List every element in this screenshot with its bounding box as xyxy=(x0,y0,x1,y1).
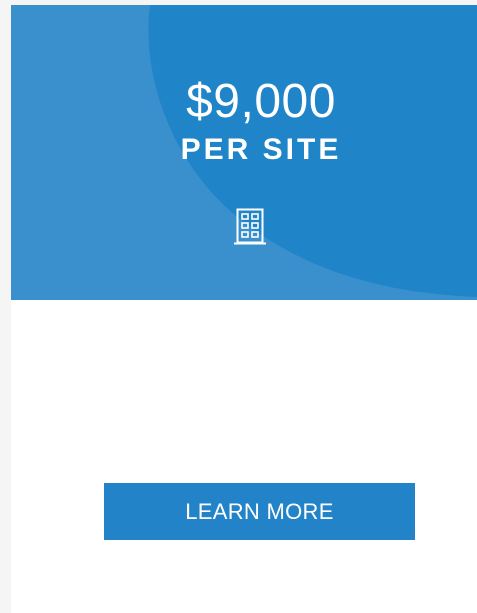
building-icon xyxy=(234,208,266,245)
price-amount: $9,000 xyxy=(186,75,336,128)
price-unit: PER SITE xyxy=(180,133,342,166)
pricing-card: $9,000 PER SITE LEARN MORE xyxy=(11,5,477,613)
learn-more-button[interactable]: LEARN MORE xyxy=(104,483,415,540)
pricing-header: $9,000 PER SITE xyxy=(11,5,477,300)
